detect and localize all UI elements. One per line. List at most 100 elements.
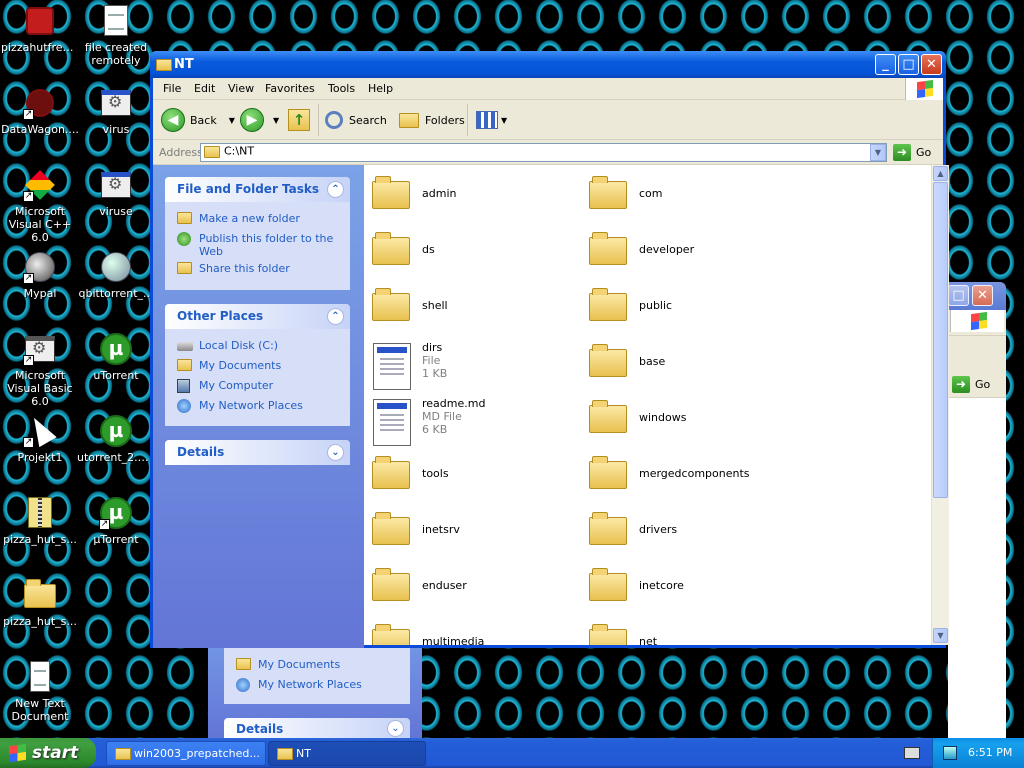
scroll-thumb[interactable] bbox=[933, 182, 948, 498]
folder-item-shell[interactable]: shell bbox=[364, 283, 564, 329]
link-make-new-folder[interactable]: Make a new folder bbox=[177, 212, 300, 225]
desktop-icon-file-created-remotely[interactable]: file created remotely bbox=[76, 4, 156, 67]
vertical-scrollbar[interactable]: ▲ ▼ bbox=[931, 165, 949, 645]
views-button[interactable]: ▼ bbox=[476, 106, 507, 134]
maximize-button[interactable]: □ bbox=[898, 54, 919, 75]
desktop-icon-vb6[interactable]: ↗Microsoft Visual Basic 6.0 bbox=[0, 332, 80, 408]
folder-item-mergedcomponents[interactable]: mergedcomponents bbox=[581, 451, 781, 497]
folder-item-base[interactable]: base bbox=[581, 339, 781, 385]
network-tray-icon[interactable] bbox=[943, 746, 957, 760]
folder-icon bbox=[372, 512, 410, 545]
file-item-readme[interactable]: readme.md MD File 6 KB bbox=[364, 395, 564, 446]
desktop-icon-projekt1[interactable]: ↗ Projekt1 bbox=[0, 412, 80, 464]
task-pane: File and Folder Tasks ⌃ Make a new folder… bbox=[153, 165, 364, 648]
panel-header[interactable]: Details ⌄ bbox=[165, 440, 350, 465]
folder-item-tools[interactable]: tools bbox=[364, 451, 564, 497]
minimize-button[interactable]: _ bbox=[875, 54, 896, 75]
folder-item-net[interactable]: net bbox=[581, 619, 781, 645]
menu-help[interactable]: Help bbox=[368, 82, 393, 95]
menu-view[interactable]: View bbox=[228, 82, 254, 95]
desktop-icon-utorrent[interactable]: µ uTorrent bbox=[76, 332, 156, 382]
desktop-icon-mypal[interactable]: ↗ Mypal bbox=[0, 250, 80, 300]
up-folder-button[interactable]: ↑ bbox=[288, 106, 310, 134]
window-title: NT bbox=[174, 57, 194, 72]
address-dropdown-icon[interactable]: ▼ bbox=[870, 144, 886, 161]
folder-item-admin[interactable]: admin bbox=[364, 171, 564, 217]
desktop-icon-datawagon[interactable]: ↗ DataWagon.... bbox=[0, 86, 80, 136]
link-my-documents[interactable]: My Documents bbox=[236, 658, 340, 671]
address-input[interactable]: C:\NT ▼ bbox=[200, 143, 887, 162]
back-dropdown-icon[interactable]: ▼ bbox=[229, 116, 235, 125]
folder-item-enduser[interactable]: enduser bbox=[364, 563, 564, 609]
menu-edit[interactable]: Edit bbox=[194, 82, 215, 95]
folder-item-drivers[interactable]: drivers bbox=[581, 507, 781, 553]
folder-item-multimedia[interactable]: multimedia bbox=[364, 619, 564, 645]
desktop-icon-utorrent-shortcut[interactable]: µ ↗ µTorrent bbox=[76, 496, 156, 546]
toolbar: ◀ Back ▼ ▶ ▼ ↑ Search Folders ▼ bbox=[153, 100, 943, 140]
collapse-chevron-icon[interactable]: ⌃ bbox=[327, 181, 344, 198]
desktop-icon-qbittorrent[interactable]: qbittorrent_... bbox=[76, 250, 156, 300]
go-button[interactable]: ➜ Go bbox=[952, 375, 990, 394]
background-left-pane: My Documents My Network Places Details ⌄ bbox=[208, 646, 422, 738]
toolbar-separator bbox=[467, 104, 468, 136]
link-local-disk[interactable]: Local Disk (C:) bbox=[177, 339, 278, 352]
maximize-button[interactable]: □ bbox=[948, 285, 969, 306]
link-my-network-places[interactable]: My Network Places bbox=[236, 678, 362, 692]
folders-button[interactable]: Folders bbox=[399, 106, 465, 134]
folder-item-inetcore[interactable]: inetcore bbox=[581, 563, 781, 609]
link-my-network-places[interactable]: My Network Places bbox=[177, 399, 303, 413]
folder-item-public[interactable]: public bbox=[581, 283, 781, 329]
back-button[interactable]: ◀ Back ▼ bbox=[161, 106, 235, 134]
collapse-chevron-icon[interactable]: ⌃ bbox=[327, 308, 344, 325]
go-button[interactable]: ➜ Go bbox=[893, 143, 931, 162]
expand-chevron-icon[interactable]: ⌄ bbox=[387, 720, 404, 737]
taskbar-task-win2003[interactable]: win2003_prepatched... bbox=[106, 741, 266, 766]
desktop-icon-new-text-document[interactable]: New Text Document bbox=[0, 660, 80, 723]
title-bar[interactable]: NT _ □ ✕ bbox=[150, 51, 946, 78]
utorrent-icon: µ bbox=[100, 333, 132, 365]
scroll-up-icon[interactable]: ▲ bbox=[933, 166, 948, 181]
clock[interactable]: 6:51 PM bbox=[968, 738, 1012, 768]
start-button[interactable]: start bbox=[0, 738, 96, 768]
folder-item-developer[interactable]: developer bbox=[581, 227, 781, 273]
file-item-dirs[interactable]: dirs File 1 KB bbox=[364, 339, 564, 390]
folder-item-com[interactable]: com bbox=[581, 171, 781, 217]
expand-chevron-icon[interactable]: ⌄ bbox=[327, 444, 344, 461]
keyboard-icon[interactable] bbox=[904, 747, 920, 759]
folder-item-inetsrv[interactable]: inetsrv bbox=[364, 507, 564, 553]
panel-header[interactable]: Other Places ⌃ bbox=[165, 304, 350, 329]
menu-favorites[interactable]: Favorites bbox=[265, 82, 315, 95]
windows-flag-icon bbox=[9, 743, 26, 763]
link-publish-to-web[interactable]: Publish this folder to the Web bbox=[177, 232, 342, 258]
file-and-folder-tasks-panel: File and Folder Tasks ⌃ Make a new folder… bbox=[165, 177, 350, 290]
menu-tools[interactable]: Tools bbox=[328, 82, 355, 95]
folder-icon bbox=[589, 456, 627, 489]
link-my-documents[interactable]: My Documents bbox=[177, 359, 281, 372]
desktop-icon-virus[interactable]: virus bbox=[76, 86, 156, 136]
text-document-icon bbox=[30, 661, 50, 692]
panel-header[interactable]: File and Folder Tasks ⌃ bbox=[165, 177, 350, 202]
link-my-computer[interactable]: My Computer bbox=[177, 379, 273, 393]
desktop-icon-pizzahutfree[interactable]: pizzahutfree... bbox=[0, 4, 80, 54]
folder-item-ds[interactable]: ds bbox=[364, 227, 564, 273]
desktop-icon-viruse[interactable]: viruse bbox=[76, 168, 156, 218]
forward-dropdown-icon[interactable]: ▼ bbox=[273, 116, 279, 125]
folder-item-windows[interactable]: windows bbox=[581, 395, 781, 441]
background-details-panel[interactable]: Details ⌄ bbox=[224, 718, 410, 738]
forward-button[interactable]: ▶ ▼ bbox=[240, 106, 279, 134]
desktop-icon-utorrent-installer[interactable]: µ utorrent_2.2... bbox=[76, 414, 156, 464]
close-button[interactable]: ✕ bbox=[972, 285, 993, 306]
desktop-icon-pizza-hut-folder[interactable]: pizza_hut_s... bbox=[0, 578, 80, 628]
desktop-icon-msvc[interactable]: ↗ Microsoft Visual C++ 6.0 bbox=[0, 168, 80, 244]
link-share-folder[interactable]: Share this folder bbox=[177, 262, 290, 275]
scroll-down-icon[interactable]: ▼ bbox=[933, 628, 948, 643]
folder-icon bbox=[589, 232, 627, 265]
menu-bar: File Edit View Favorites Tools Help bbox=[153, 78, 943, 100]
menu-file[interactable]: File bbox=[163, 82, 181, 95]
taskbar-task-nt[interactable]: NT bbox=[268, 741, 426, 766]
search-button[interactable]: Search bbox=[325, 106, 387, 134]
folder-icon bbox=[372, 288, 410, 321]
close-button[interactable]: ✕ bbox=[921, 54, 942, 75]
desktop-icon-pizza-hut-zip[interactable]: pizza_hut_s... bbox=[0, 496, 80, 546]
explorer-window[interactable]: NT _ □ ✕ File Edit View Favorites Tools … bbox=[150, 51, 949, 648]
